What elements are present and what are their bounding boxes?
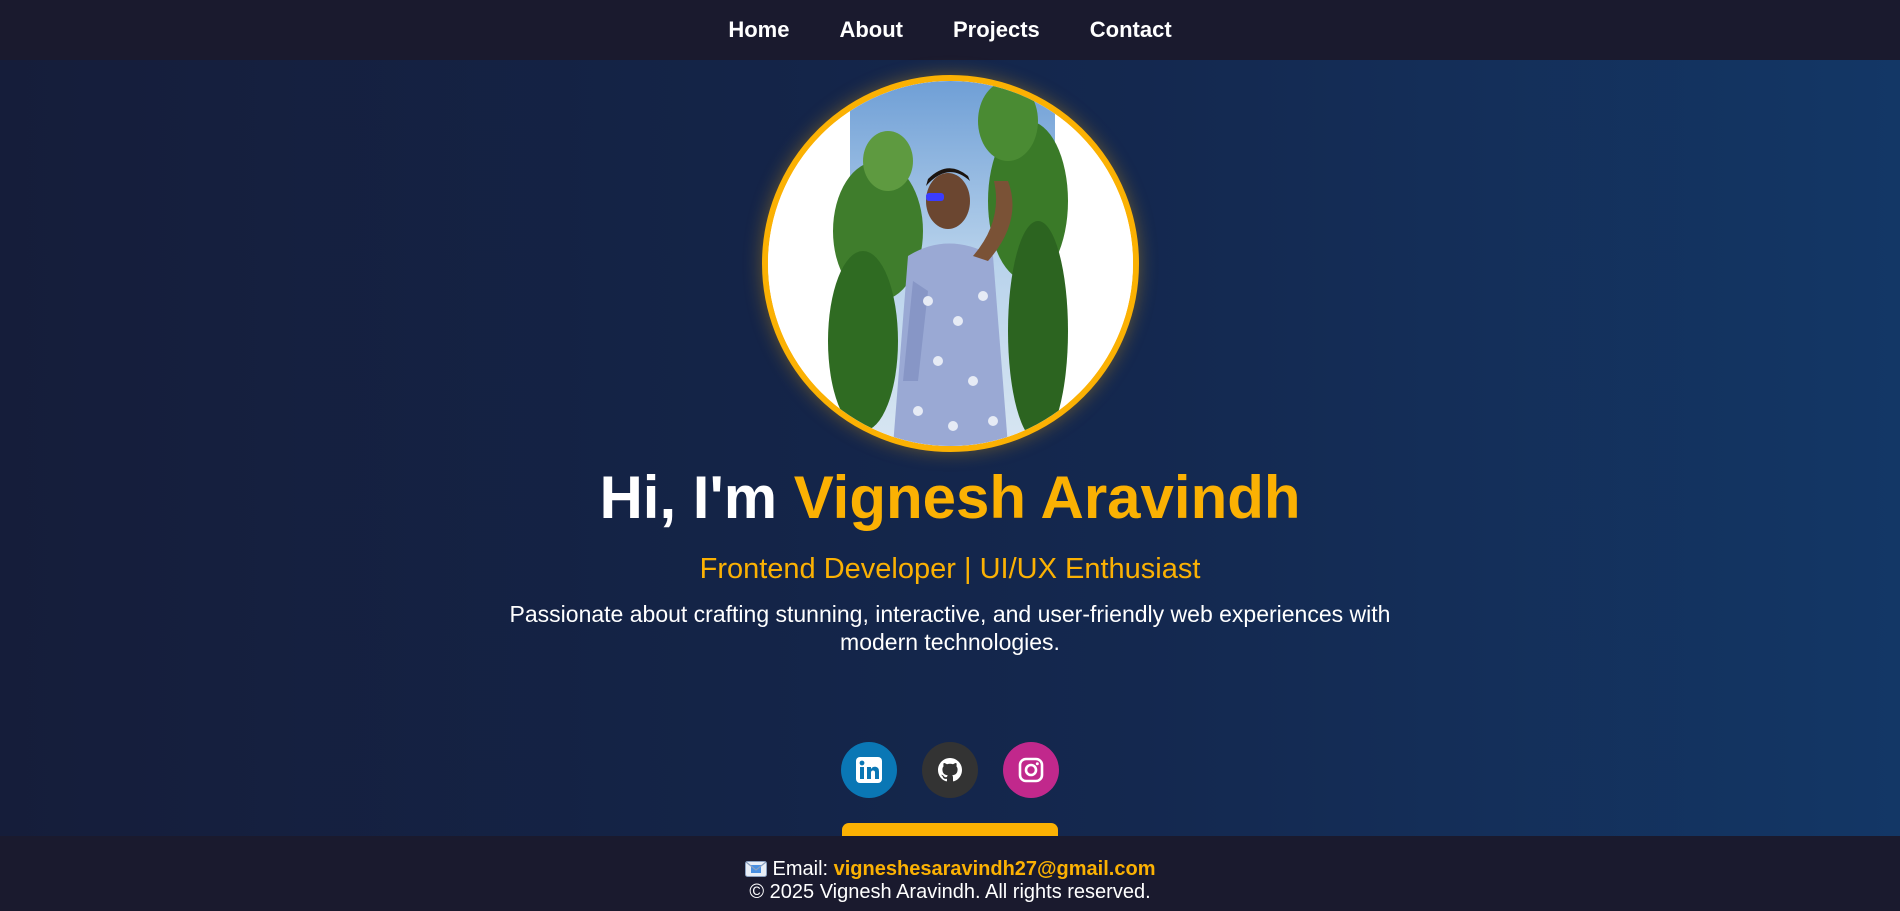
linkedin-icon	[856, 757, 882, 783]
social-links	[0, 742, 1900, 798]
top-navbar: Home About Projects Contact	[0, 0, 1900, 60]
footer-email-line: Email: vigneshesaravindh27@gmail.com	[0, 858, 1900, 881]
email-label: Email:	[772, 858, 834, 880]
hero-headline: Hi, I'm Vignesh Aravindh	[0, 468, 1900, 528]
greeting-text: Hi, I'm	[599, 464, 794, 531]
instagram-icon	[1018, 757, 1044, 783]
copyright-text: © 2025 Vignesh Aravindh. All rights rese…	[749, 881, 1151, 903]
github-link[interactable]	[922, 742, 978, 798]
instagram-link[interactable]	[1003, 742, 1059, 798]
hero-name: Vignesh Aravindh	[793, 464, 1301, 531]
hero-subtitle: Frontend Developer | UI/UX Enthusiast	[699, 553, 1201, 585]
profile-photo	[762, 75, 1139, 452]
profile-photo-image	[768, 81, 1133, 446]
email-link[interactable]: vigneshesaravindh27@gmail.com	[834, 858, 1156, 880]
linkedin-link[interactable]	[841, 742, 897, 798]
github-icon	[938, 758, 962, 782]
nav-contact-link[interactable]: Contact	[1090, 17, 1172, 43]
hero-section: Hi, I'm Vignesh Aravindh Frontend Develo…	[0, 60, 1900, 881]
footer: Email: vigneshesaravindh27@gmail.com © 2…	[0, 836, 1900, 911]
envelope-icon	[744, 861, 767, 877]
hero-description: Passionate about crafting stunning, inte…	[509, 601, 1391, 655]
nav-home-link[interactable]: Home	[728, 17, 789, 43]
nav-projects-link[interactable]: Projects	[953, 17, 1040, 43]
nav-about-link[interactable]: About	[839, 17, 903, 43]
